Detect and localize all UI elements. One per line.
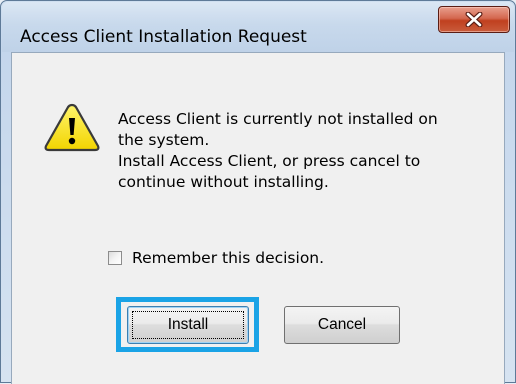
cancel-button[interactable]: Cancel [284,306,400,344]
message-line: continue without installing. [118,173,329,191]
focus-ring [132,311,244,339]
message-line: Access Client is currently not installed… [118,110,438,128]
remember-decision-checkbox[interactable] [108,251,122,265]
close-icon [465,12,483,27]
message-text: Access Client is currently not installed… [118,109,488,193]
dialog-window: Access Client Installation Request Acces… [0,0,516,384]
remember-decision-row[interactable]: Remember this decision. [108,249,324,267]
dialog-title: Access Client Installation Request [20,27,307,47]
dialog-body: Access Client is currently not installed… [11,52,505,384]
title-bar[interactable]: Access Client Installation Request [2,2,514,52]
remember-decision-label: Remember this decision. [132,249,325,267]
message-line: Install Access Client, or press cancel t… [118,152,421,170]
cancel-button-label: Cancel [317,316,367,333]
warning-icon [44,103,100,152]
message-line: the system. [118,131,210,149]
install-button[interactable]: Install [127,306,249,344]
close-button[interactable] [438,6,510,33]
